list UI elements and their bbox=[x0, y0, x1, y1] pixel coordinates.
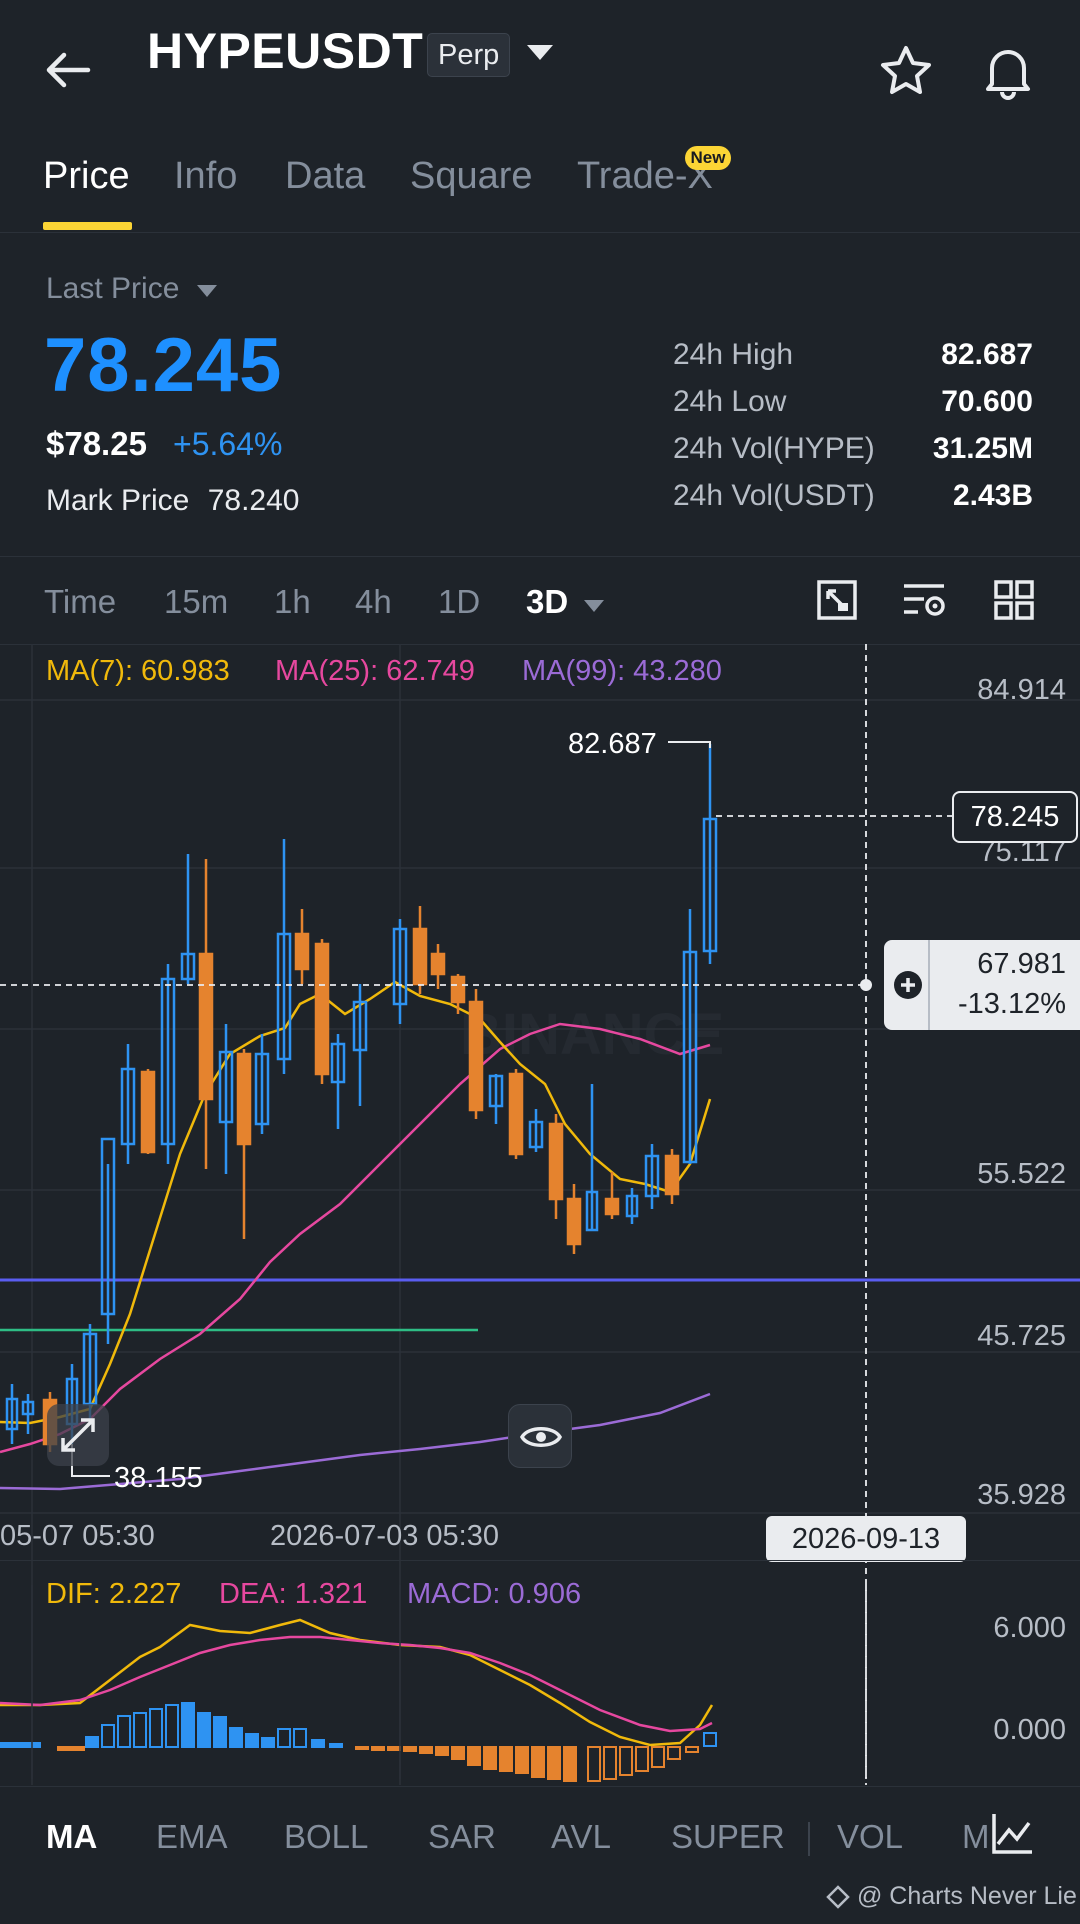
indicator-separator bbox=[808, 1822, 810, 1856]
x-axis-label: 2026-07-03 05:30 bbox=[270, 1520, 499, 1552]
ma25-line bbox=[0, 1022, 711, 1454]
timeframe-3d[interactable]: 3D bbox=[526, 583, 605, 621]
candle-up bbox=[5, 744, 718, 1444]
y-axis-label: 55.522 bbox=[977, 1158, 1066, 1190]
dif-line bbox=[0, 1618, 714, 1747]
timeframe-4h[interactable]: 4h bbox=[355, 583, 392, 621]
indicator-divider bbox=[0, 1786, 1080, 1787]
stat-24h-low-value: 70.600 bbox=[941, 385, 1033, 418]
usd-price: $78.25 bbox=[46, 425, 147, 462]
stat-24h-vol-hype-label: 24h Vol(HYPE) bbox=[673, 432, 875, 465]
indicator-tab-sar[interactable]: SAR bbox=[428, 1818, 496, 1856]
indicator-tab-more[interactable]: M bbox=[962, 1818, 990, 1856]
indicator-tab-vol[interactable]: VOL bbox=[837, 1818, 903, 1856]
change-percent: +5.64% bbox=[173, 426, 283, 462]
x-axis-label: 05-07 05:30 bbox=[0, 1520, 155, 1552]
indicator-tab-avl[interactable]: AVL bbox=[551, 1818, 611, 1856]
caret-down-icon bbox=[196, 285, 217, 297]
crosshair-add-button[interactable] bbox=[884, 940, 930, 1030]
indicator-tab-boll[interactable]: BOLL bbox=[284, 1818, 368, 1856]
tab-active-indicator bbox=[43, 222, 132, 230]
crosshair-percent: -13.12% bbox=[957, 988, 1066, 1020]
stat-24h-vol-usdt-value: 2.43B bbox=[952, 479, 1033, 512]
stat-24h-vol-hype-value: 31.25M bbox=[932, 432, 1033, 465]
tab-price[interactable]: Price bbox=[43, 155, 130, 198]
caret-down-icon bbox=[584, 600, 605, 612]
back-button[interactable] bbox=[40, 45, 100, 95]
high-leader bbox=[668, 741, 711, 748]
low-price-label: 38.155 bbox=[114, 1462, 203, 1494]
expand-chart-button[interactable] bbox=[47, 1404, 109, 1466]
credit-text: @ Charts Never Lie bbox=[856, 1882, 1077, 1910]
crosshair-date-tag: 2026-09-13 bbox=[766, 1516, 966, 1562]
timeframe-time[interactable]: Time bbox=[44, 583, 116, 621]
candles bbox=[5, 744, 718, 1452]
eye-icon bbox=[520, 1427, 562, 1447]
crosshair-dot bbox=[860, 979, 872, 991]
high-price-label: 82.687 bbox=[568, 728, 657, 760]
macd-histogram-down bbox=[57, 1746, 699, 1782]
mark-price-label: Mark Price bbox=[46, 484, 190, 517]
ma99-legend: MA(99): 43.280 bbox=[522, 655, 722, 687]
indicator-tab-super[interactable]: SUPER bbox=[671, 1818, 785, 1856]
diamond-logo-icon bbox=[826, 1885, 850, 1910]
indicator-tab-ema[interactable]: EMA bbox=[156, 1818, 228, 1856]
last-price-label: Last Price bbox=[46, 272, 180, 305]
tab-data[interactable]: Data bbox=[285, 155, 365, 198]
toggle-visibility-button[interactable] bbox=[508, 1404, 572, 1468]
stat-24h-vol-usdt-label: 24h Vol(USDT) bbox=[673, 479, 875, 512]
y-axis-label: 84.914 bbox=[977, 674, 1066, 706]
symbol-title[interactable]: HYPEUSDT bbox=[147, 22, 423, 80]
symbol-dropdown-icon[interactable] bbox=[525, 42, 555, 69]
mark-price-value: 78.240 bbox=[207, 484, 300, 517]
plus-circle-icon bbox=[894, 971, 922, 999]
chart-settings-icon[interactable] bbox=[816, 579, 858, 626]
crosshair-info-box[interactable]: 67.981 -13.12% bbox=[884, 940, 1080, 1030]
timeframe-1d[interactable]: 1D bbox=[438, 583, 480, 621]
macd-chart bbox=[0, 1585, 867, 1785]
y-axis-label: 35.928 bbox=[977, 1479, 1066, 1511]
ma25-legend: MA(25): 62.749 bbox=[275, 655, 475, 687]
candle-down bbox=[42, 859, 680, 1452]
bell-icon[interactable] bbox=[980, 42, 1036, 105]
expand-icon bbox=[61, 1418, 95, 1452]
tab-info[interactable]: Info bbox=[174, 155, 237, 198]
last-price-value: 78.245 bbox=[44, 323, 283, 408]
macd-histogram-up bbox=[0, 1702, 717, 1748]
price-divider bbox=[0, 556, 1080, 557]
tabs-divider bbox=[0, 232, 1080, 233]
indicator-settings-icon[interactable] bbox=[902, 581, 948, 626]
current-price-tag: 78.245 bbox=[952, 791, 1078, 843]
stat-24h-low-label: 24h Low bbox=[673, 385, 787, 418]
timeframe-1h[interactable]: 1h bbox=[274, 583, 311, 621]
arrow-left-icon bbox=[46, 52, 91, 88]
contract-type-badge: Perp bbox=[427, 33, 511, 77]
mark-price-row: Mark Price 78.240 bbox=[46, 484, 299, 518]
crosshair-price: 67.981 bbox=[977, 948, 1066, 980]
timeframe-3d-label: 3D bbox=[526, 583, 569, 620]
stat-24h-high-label: 24h High bbox=[673, 338, 794, 371]
new-badge: New bbox=[685, 146, 731, 170]
last-price-selector[interactable]: Last Price bbox=[46, 272, 218, 306]
timeframe-15m[interactable]: 15m bbox=[164, 583, 228, 621]
tab-square[interactable]: Square bbox=[410, 155, 533, 198]
favorite-star-icon[interactable] bbox=[878, 44, 934, 103]
indicator-tab-ma[interactable]: MA bbox=[46, 1818, 97, 1856]
credit-watermark: @ Charts Never Lie bbox=[826, 1882, 1077, 1911]
stat-24h-high-value: 82.687 bbox=[941, 338, 1033, 371]
indicator-chart-icon[interactable] bbox=[990, 1812, 1050, 1862]
macd-divider bbox=[0, 1560, 1080, 1561]
layout-grid-icon[interactable] bbox=[994, 580, 1034, 625]
ma7-legend: MA(7): 60.983 bbox=[46, 655, 230, 687]
y-axis-label: 45.725 bbox=[977, 1320, 1066, 1352]
